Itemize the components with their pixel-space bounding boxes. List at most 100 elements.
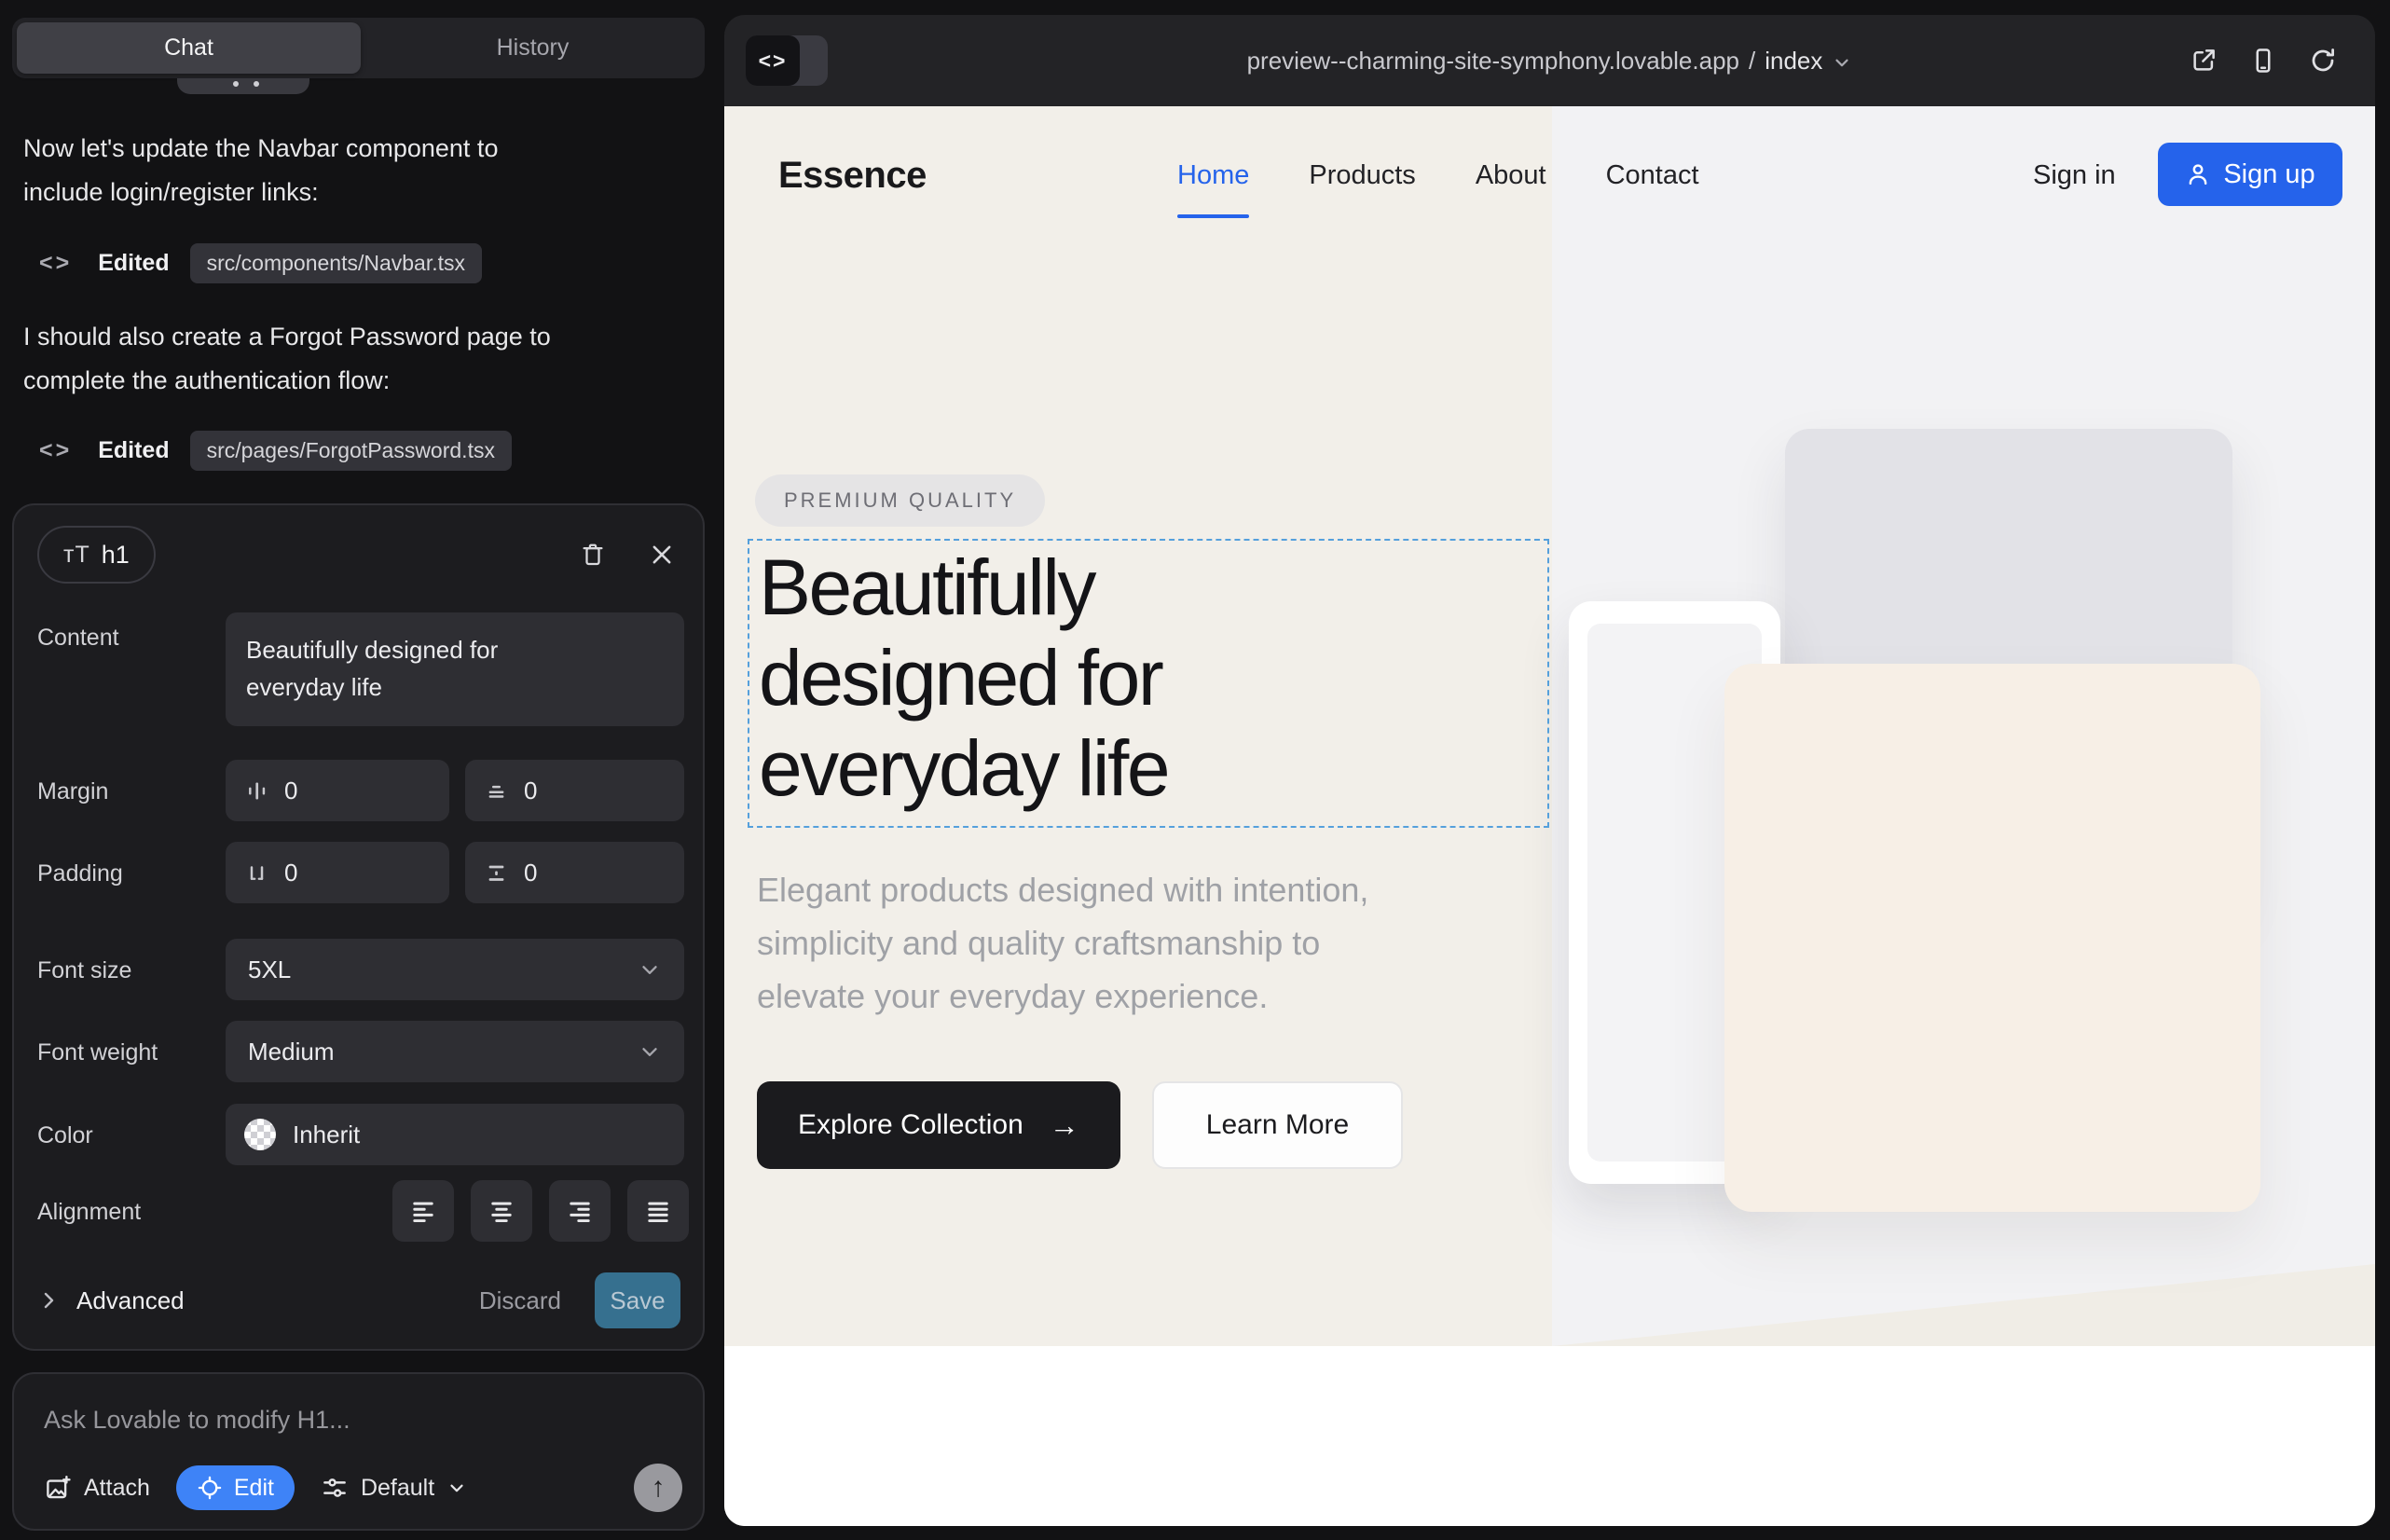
align-center-button[interactable]	[471, 1180, 532, 1242]
element-tag-badge[interactable]: ᴛT h1	[37, 526, 156, 584]
chat-message-line: include login/register links:	[23, 171, 657, 214]
paragraph-line: simplicity and quality craftsmanship to	[757, 916, 1484, 969]
sign-in-link[interactable]: Sign in	[2033, 106, 2116, 244]
refresh-icon	[2309, 47, 2337, 75]
code-icon: <>	[39, 250, 72, 277]
edit-label: Edit	[234, 1475, 274, 1502]
edited-file-row: <> Edited src/components/Navbar.tsx	[23, 242, 482, 283]
nav-link-label: Home	[1177, 160, 1249, 191]
explore-collection-button[interactable]: Explore Collection →	[757, 1081, 1120, 1169]
nav-link-products[interactable]: Products	[1309, 106, 1415, 244]
attach-button[interactable]: Attach	[44, 1474, 150, 1502]
chat-composer[interactable]: Ask Lovable to modify H1... Attach	[12, 1372, 705, 1531]
chevron-down-icon	[1832, 52, 1852, 73]
padding-x-input[interactable]: 0	[226, 842, 449, 903]
color-value: Inherit	[293, 1121, 360, 1149]
attach-label: Attach	[84, 1475, 150, 1502]
edited-label: Edited	[98, 250, 169, 277]
chevron-right-icon	[37, 1289, 60, 1312]
tab-chat[interactable]: Chat	[17, 22, 361, 74]
edit-mode-button[interactable]: Edit	[176, 1465, 295, 1510]
target-icon	[197, 1475, 223, 1501]
chat-message-line: I should also create a Forgot Password p…	[23, 315, 657, 359]
font-weight-value: Medium	[248, 1038, 334, 1066]
advanced-label: Advanced	[76, 1286, 185, 1315]
arrow-right-icon: →	[1050, 1108, 1079, 1143]
sign-up-label: Sign up	[2223, 159, 2314, 190]
margin-horizontal-icon	[244, 778, 269, 804]
color-swatch-icon	[244, 1119, 276, 1150]
delete-element-button[interactable]	[578, 540, 608, 570]
nav-link-about[interactable]: About	[1476, 106, 1546, 244]
font-size-select[interactable]: 5XL	[226, 939, 684, 1000]
chat-message: I should also create a Forgot Password p…	[23, 315, 657, 403]
nav-link-contact[interactable]: Contact	[1606, 106, 1699, 244]
site-nav: Home Products About Contact	[1177, 106, 1699, 244]
margin-y-input[interactable]: 0	[465, 760, 684, 821]
preview-pane: <> preview--charming-site-symphony.lovab…	[724, 15, 2375, 1526]
margin-label: Margin	[37, 778, 108, 805]
nav-link-label: About	[1476, 160, 1546, 191]
font-weight-label: Font weight	[37, 1039, 158, 1066]
align-justify-button[interactable]	[627, 1180, 689, 1242]
open-in-new-tab-button[interactable]	[2189, 46, 2218, 76]
headline-line: Beautifully	[759, 543, 1168, 633]
mode-label: Default	[361, 1475, 434, 1502]
padding-y-input[interactable]: 0	[465, 842, 684, 903]
mode-select[interactable]: Default	[321, 1474, 467, 1502]
send-button[interactable]: ↑	[634, 1464, 682, 1512]
sign-up-button[interactable]: Sign up	[2158, 143, 2342, 206]
edited-label: Edited	[98, 437, 169, 464]
align-justify-icon	[643, 1196, 673, 1226]
align-left-button[interactable]	[392, 1180, 454, 1242]
content-input[interactable]: Beautifully designed for everyday life	[226, 612, 684, 726]
app-window: Chat History Now let's update the Navbar…	[0, 0, 2390, 1540]
chevron-down-icon	[638, 1039, 662, 1064]
section-below-hero	[724, 1346, 2375, 1526]
advanced-toggle[interactable]: Advanced	[37, 1286, 185, 1315]
premium-quality-badge: PREMIUM QUALITY	[755, 474, 1045, 527]
decorative-card-beige	[1724, 664, 2260, 1212]
content-value: Beautifully designed for everyday life	[246, 631, 568, 706]
learn-more-button[interactable]: Learn More	[1152, 1081, 1403, 1169]
paragraph-line: Elegant products designed with intention…	[757, 863, 1484, 916]
align-right-button[interactable]	[549, 1180, 611, 1242]
file-chip[interactable]: src/pages/ForgotPassword.tsx	[190, 431, 512, 471]
file-chip[interactable]: src/components/Navbar.tsx	[190, 243, 482, 283]
margin-vertical-icon	[484, 778, 509, 804]
margin-y-value: 0	[524, 777, 537, 805]
chat-history-tabs: Chat History	[12, 18, 705, 78]
close-inspector-button[interactable]	[647, 540, 677, 570]
nav-link-label: Products	[1309, 160, 1415, 191]
device-preview-button[interactable]	[2248, 46, 2278, 76]
discard-button[interactable]: Discard	[479, 1286, 561, 1315]
refresh-button[interactable]	[2308, 46, 2338, 76]
padding-x-value: 0	[284, 859, 297, 887]
margin-x-input[interactable]: 0	[226, 760, 449, 821]
edited-file-row: <> Edited src/pages/ForgotPassword.tsx	[23, 430, 512, 471]
save-button[interactable]: Save	[595, 1272, 680, 1328]
paragraph-line: elevate your everyday experience.	[757, 969, 1484, 1023]
alignment-button-group	[392, 1180, 689, 1242]
h1-selection-outline[interactable]: Beautifully designed for everyday life	[748, 539, 1549, 828]
color-select[interactable]: Inherit	[226, 1104, 684, 1165]
font-weight-select[interactable]: Medium	[226, 1021, 684, 1082]
color-label: Color	[37, 1122, 93, 1149]
site-logo[interactable]: Essence	[778, 106, 927, 244]
url-bar[interactable]: preview--charming-site-symphony.lovable.…	[724, 15, 2375, 106]
tab-history[interactable]: History	[361, 22, 705, 74]
cta-primary-label: Explore Collection	[798, 1109, 1023, 1141]
font-size-label: Font size	[37, 957, 131, 984]
chat-message-line: Now let's update the Navbar component to	[23, 127, 657, 171]
padding-y-value: 0	[524, 859, 537, 887]
nav-link-home[interactable]: Home	[1177, 106, 1249, 244]
composer-placeholder: Ask Lovable to modify H1...	[44, 1406, 350, 1435]
alignment-label: Alignment	[37, 1199, 141, 1226]
align-left-icon	[408, 1196, 438, 1226]
external-link-icon	[2190, 47, 2218, 75]
hero-headline: Beautifully designed for everyday life	[759, 543, 1168, 814]
chevron-down-icon	[446, 1478, 467, 1498]
margin-x-value: 0	[284, 777, 297, 805]
padding-horizontal-icon	[244, 860, 269, 886]
mobile-icon	[2249, 47, 2277, 75]
